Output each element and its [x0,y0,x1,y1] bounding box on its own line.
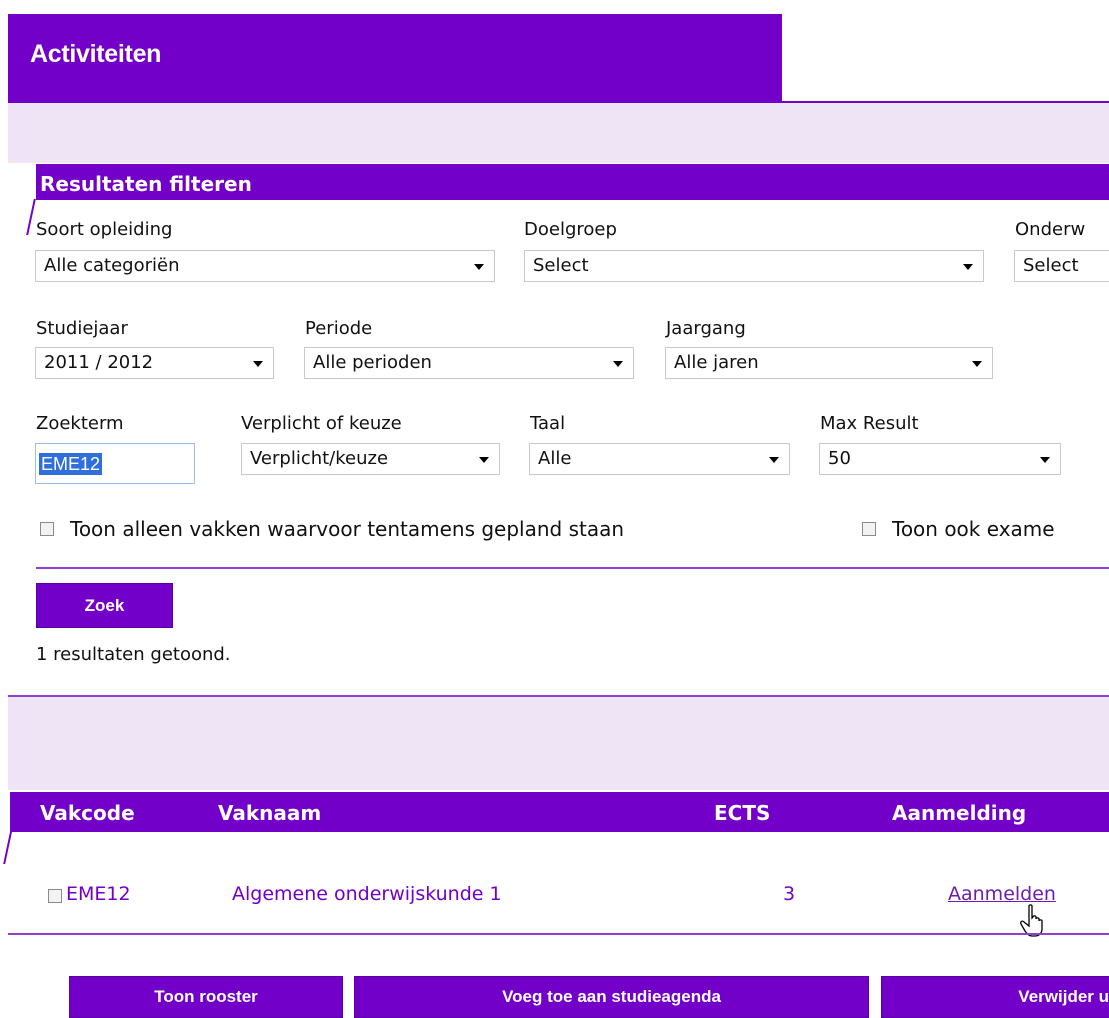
chevron-down-icon [474,264,484,270]
studiejaar-label: Studiejaar [36,318,128,339]
chevron-down-icon [972,361,982,367]
examens-checkbox-label: Toon ook exame [892,517,1055,541]
taal-value: Alle [538,448,572,469]
max-result-label: Max Result [820,413,919,434]
jaargang-value: Alle jaren [674,352,759,373]
soort-opleiding-label: Soort opleiding [36,219,173,240]
title-band [8,103,1109,163]
col-ects[interactable]: ECTS [714,801,770,825]
onderwijs-select[interactable]: Select [1014,250,1109,282]
jaargang-label: Jaargang [666,318,746,339]
row-vakcode[interactable]: EME12 [66,883,131,905]
jaargang-select[interactable]: Alle jaren [665,347,993,379]
aanmelden-link[interactable]: Aanmelden [948,883,1056,905]
row-vaknaam[interactable]: Algemene onderwijskunde 1 [232,883,502,905]
periode-label: Periode [305,318,373,339]
zoekterm-value: EME12 [39,453,103,475]
col-vaknaam[interactable]: Vaknaam [218,801,321,825]
search-button[interactable]: Zoek [36,583,173,628]
results-header-slant [3,828,13,864]
max-result-value: 50 [828,448,851,469]
table-bottom-divider [8,933,1109,935]
zoekterm-input[interactable]: EME12 [35,443,195,484]
tentamens-checkbox[interactable] [40,522,54,536]
onderwijs-value: Select [1023,255,1079,276]
taal-label: Taal [530,413,566,434]
studiejaar-select[interactable]: 2011 / 2012 [35,347,274,379]
doelgroep-select[interactable]: Select [524,250,984,282]
tentamens-checkbox-label: Toon alleen vakken waarvoor tentamens ge… [70,517,625,541]
soort-opleiding-value: Alle categoriën [44,255,180,276]
filter-divider [36,567,1109,569]
zoekterm-label: Zoekterm [36,413,124,434]
results-band [8,697,1109,790]
periode-select[interactable]: Alle perioden [304,347,634,379]
verplicht-label: Verplicht of keuze [241,413,402,434]
max-result-select[interactable]: 50 [819,443,1061,475]
col-vakcode[interactable]: Vakcode [40,801,135,825]
voeg-toe-studieagenda-button[interactable]: Voeg toe aan studieagenda [354,976,869,1018]
chevron-down-icon [1040,457,1050,463]
page-title: Activiteiten [30,40,162,68]
col-aanmelding[interactable]: Aanmelding [892,801,1026,825]
verplicht-value: Verplicht/keuze [250,448,389,469]
row-ects: 3 [783,883,796,905]
examens-checkbox[interactable] [862,522,876,536]
onderwijs-label: Onderw [1015,219,1086,240]
doelgroep-value: Select [533,255,589,276]
verplicht-select[interactable]: Verplicht/keuze [241,443,500,475]
row-checkbox[interactable] [48,889,62,903]
result-count: 1 resultaten getoond. [36,644,231,665]
chevron-down-icon [963,264,973,270]
filter-header-slant [26,199,36,235]
doelgroep-label: Doelgroep [524,219,617,240]
taal-select[interactable]: Alle [529,443,790,475]
chevron-down-icon [613,361,623,367]
chevron-down-icon [479,457,489,463]
studiejaar-value: 2011 / 2012 [44,352,154,373]
chevron-down-icon [253,361,263,367]
toon-rooster-button[interactable]: Toon rooster [69,976,343,1018]
soort-opleiding-select[interactable]: Alle categoriën [35,250,495,282]
filter-header-title: Resultaten filteren [40,172,252,196]
chevron-down-icon [769,457,779,463]
periode-value: Alle perioden [313,352,432,373]
verwijder-button[interactable]: Verwijder u [881,976,1109,1018]
